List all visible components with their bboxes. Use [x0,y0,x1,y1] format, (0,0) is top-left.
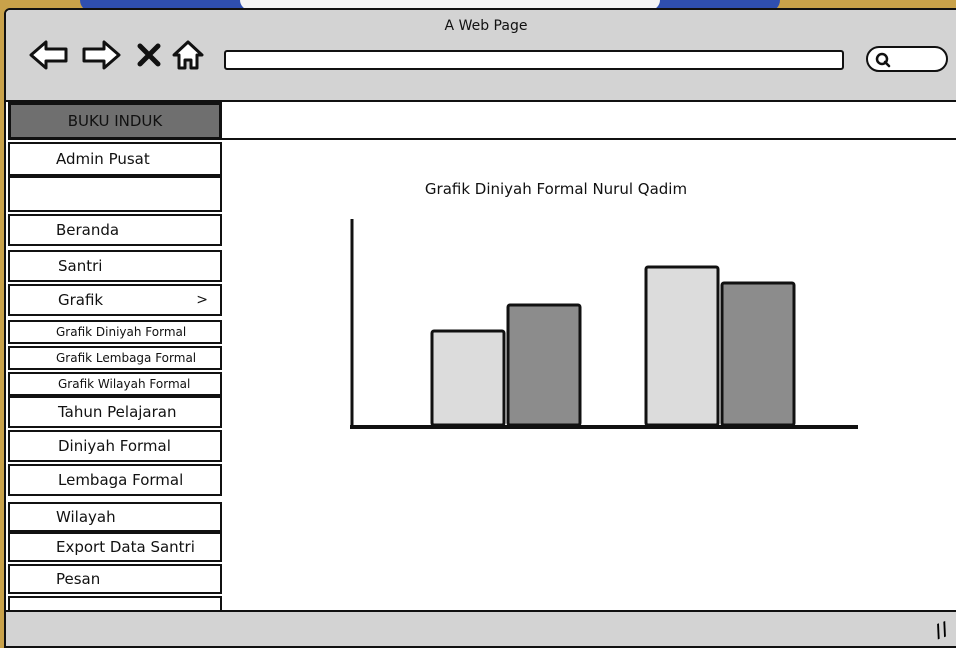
browser-window-mockup: A Web Page BUKU INDUK Admin Pusat Berand… [4,8,956,648]
sidebar-item-label: Export Data Santri [56,538,195,556]
sidebar: BUKU INDUK Admin Pusat Beranda Santri Gr… [6,102,224,622]
sidebar-item-label: Wilayah [56,508,116,526]
sidebar-item-pesan[interactable]: Pesan [8,564,222,594]
sidebar-item-label: Diniyah Formal [58,437,171,455]
sidebar-item-santri[interactable]: Santri [8,250,222,282]
sidebar-item-admin-pusat[interactable]: Admin Pusat [8,142,222,176]
sidebar-item-diniyah-formal[interactable]: Diniyah Formal [8,430,222,462]
bar-chart [350,219,858,429]
sidebar-item-label: Admin Pusat [56,150,150,168]
sidebar-item-wilayah[interactable]: Wilayah [8,502,222,532]
resize-grip-icon[interactable]: // [932,618,952,642]
sidebar-item-tahun-pelajaran[interactable]: Tahun Pelajaran [8,396,222,428]
sidebar-item-label: Pesan [56,570,101,588]
close-x-icon[interactable] [136,38,162,72]
sidebar-item-label: Lembaga Formal [58,471,184,489]
sidebar-item-label: Grafik [58,291,104,309]
chart-title: Grafik Diniyah Formal Nurul Qadim [424,180,688,198]
sidebar-item-label: Tahun Pelajaran [58,403,177,421]
chevron-right-icon: > [196,292,208,308]
forward-arrow-icon[interactable] [80,38,122,72]
search-button[interactable] [866,46,948,72]
sidebar-header: BUKU INDUK [8,102,222,140]
sidebar-subitem-grafik-lembaga-formal[interactable]: Grafik Lembaga Formal [8,346,222,370]
chart-bar-1-2 [506,303,582,427]
content-header-bar [222,102,956,140]
browser-status-bar: // [6,610,956,646]
sidebar-subitem-grafik-diniyah-formal[interactable]: Grafik Diniyah Formal [8,320,222,344]
sidebar-item-blank [8,176,222,212]
sidebar-item-label: Grafik Diniyah Formal [56,325,187,339]
sidebar-item-export-data-santri[interactable]: Export Data Santri [8,532,222,562]
url-input[interactable] [224,50,844,70]
sidebar-item-label: Grafik Lembaga Formal [56,351,197,365]
back-arrow-icon[interactable] [28,38,70,72]
sidebar-subitem-grafik-wilayah-formal[interactable]: Grafik Wilayah Formal [8,372,222,396]
sidebar-item-grafik[interactable]: Grafik > [8,284,222,316]
search-icon [875,52,891,68]
browser-toolbar: A Web Page [6,10,956,102]
sidebar-item-label: Grafik Wilayah Formal [58,377,191,391]
sidebar-header-label: BUKU INDUK [67,112,163,130]
chart-bar-2-2 [720,281,796,427]
home-icon[interactable] [170,38,206,72]
chart-bar-2-1 [644,265,720,427]
sidebar-item-lembaga-formal[interactable]: Lembaga Formal [8,464,222,496]
sidebar-item-label: Beranda [56,221,120,239]
sidebar-item-beranda[interactable]: Beranda [8,214,222,246]
window-title: A Web Page [444,18,528,34]
sidebar-item-label: Santri [58,257,103,275]
chart-bar-1-1 [430,329,506,427]
